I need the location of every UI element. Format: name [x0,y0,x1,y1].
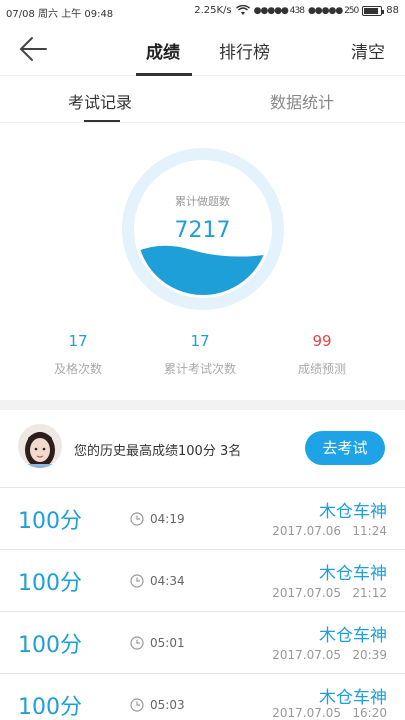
stat-value: 17 [68,332,88,350]
list-item[interactable]: 100分 04:19 木仓车神 2017.07.06 11:24 [0,489,405,550]
stat-label: 累计考试次数 [163,362,236,376]
signal-strength-2: ●●●●● 250 [307,5,359,16]
user-avatar-icon [18,424,62,468]
tab-exam-records[interactable]: 考试记录 [68,89,132,113]
tab-score[interactable]: 成绩 [146,38,180,63]
record-date: 2017.07.06 11:24 [272,524,387,538]
network-speed: 2.25K/s [194,5,232,16]
clock-icon [130,698,144,712]
wifi-icon [235,5,250,15]
record-duration: 05:01 [150,636,185,650]
list-item[interactable]: 100分 05:03 木仓车神 2017.07.05 16:20 [0,675,405,720]
record-score: 100分 [18,633,82,658]
record-date: 2017.07.05 21:12 [272,586,387,600]
clear-button[interactable]: 清空 [351,38,385,63]
record-name: 木仓车神 [319,626,387,646]
sub-tab-indicator [84,120,120,122]
stat-score-prediction: 99 成绩预测 [257,332,387,377]
record-name: 木仓车神 [319,564,387,584]
take-exam-button[interactable]: 去考试 [305,431,385,465]
stat-value: 99 [312,332,332,350]
list-item[interactable]: 100分 05:01 木仓车神 2017.07.05 20:39 [0,613,405,674]
section-divider [0,400,405,410]
sub-tabs: 考试记录 数据统计 [0,77,405,123]
clock-icon [130,512,144,526]
tab-data-statistics[interactable]: 数据统计 [270,89,334,113]
battery-icon [362,5,385,16]
best-score-row: 您的历史最高成绩100分 3名 去考试 [0,410,405,488]
battery-level: 88 [386,5,399,16]
stat-pass-count: 17 及格次数 [13,332,143,377]
stat-label: 及格次数 [53,362,102,376]
record-duration: 04:19 [150,512,185,526]
status-bar: 07/08 周六 上午 09:48 2.25K/s ●●●●● 438 ●●●●… [0,0,405,22]
status-date-time: 07/08 周六 上午 09:48 [6,9,114,20]
stat-value: 17 [190,332,210,350]
record-duration: 04:34 [150,574,185,588]
record-duration: 05:03 [150,698,185,712]
avatar[interactable] [18,424,62,468]
stat-label: 成绩预测 [297,362,346,376]
record-date: 2017.07.05 16:20 [272,706,387,720]
nav-bar: 成绩 排行榜 清空 [0,22,405,76]
list-item[interactable]: 100分 04:34 木仓车神 2017.07.05 21:12 [0,551,405,612]
record-name: 木仓车神 [319,502,387,522]
gauge-value: 7217 [174,218,231,243]
signal-strength-1: ●●●●● 438 [253,5,305,16]
record-score: 100分 [18,695,82,720]
record-score: 100分 [18,571,82,596]
record-date: 2017.07.05 20:39 [272,648,387,662]
stat-exam-count: 17 累计考试次数 [135,332,265,377]
record-name: 木仓车神 [319,688,387,708]
record-score: 100分 [18,509,82,534]
nav-tab-indicator [136,73,192,76]
back-button[interactable] [18,35,52,63]
clock-icon [130,574,144,588]
status-right: 2.25K/s ●●●●● 438 ●●●●● 250 88 [194,5,399,16]
back-arrow-icon [19,37,47,61]
tab-ranking[interactable]: 排行榜 [219,38,270,63]
clock-icon [130,636,144,650]
gauge-label: 累计做题数 [175,195,230,208]
best-score-text: 您的历史最高成绩100分 3名 [74,444,242,459]
